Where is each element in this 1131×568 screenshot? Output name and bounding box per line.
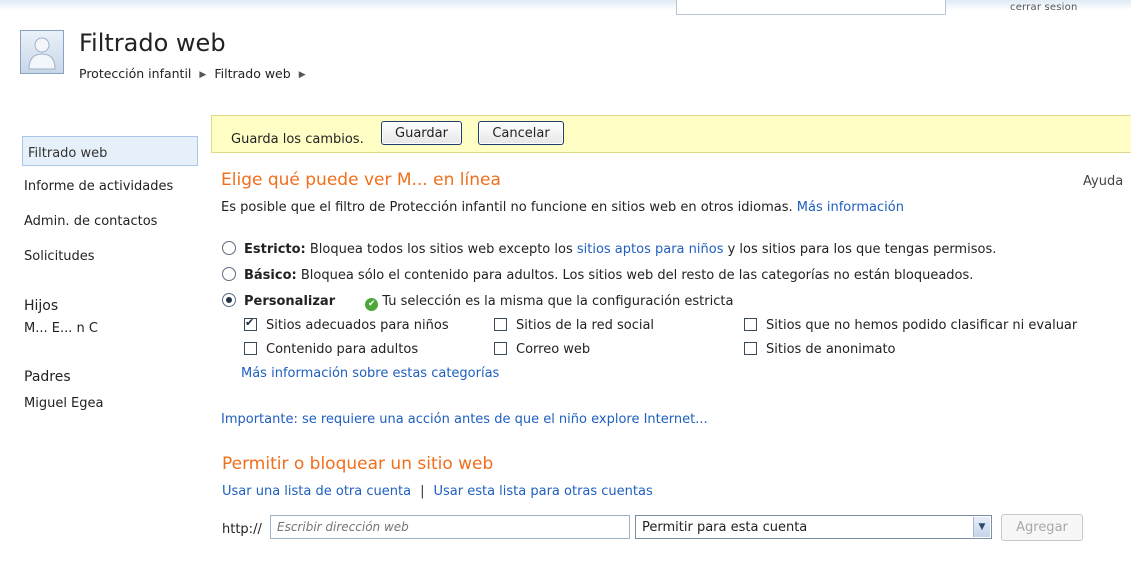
child-name[interactable]: M... E... n C — [24, 321, 192, 336]
radio-custom-label: Personalizar — [244, 294, 336, 309]
url-input[interactable] — [270, 515, 630, 539]
filter-section-title: Elige qué puede ver M... en línea — [221, 170, 501, 190]
category-anonymizer[interactable]: Sitios de anonimato — [744, 342, 896, 357]
top-band — [0, 0, 1131, 10]
category-kids[interactable]: Sitios adecuados para niños — [244, 316, 449, 333]
chevron-down-icon[interactable]: ▼ — [973, 517, 990, 537]
sidebar-item-informe[interactable]: Informe de actividades — [24, 179, 192, 194]
category-label: Contenido para adultos — [266, 342, 419, 357]
save-bar-text: Guarda los cambios. — [231, 132, 364, 147]
page-title: Filtrado web — [79, 29, 226, 57]
add-button[interactable]: Agregar — [1001, 514, 1083, 541]
radio-basic[interactable]: Básico: Bloquea sólo el contenido para a… — [222, 267, 973, 283]
category-unclassified[interactable]: Sitios que no hemos podido clasificar ni… — [744, 318, 1077, 333]
category-webmail[interactable]: Correo web — [494, 342, 590, 357]
radio-basic-label: Básico: — [244, 268, 297, 283]
checkbox-webmail[interactable] — [494, 342, 507, 355]
radio-strict[interactable]: Estricto: Bloquea todos los sitios web e… — [222, 241, 996, 257]
important-link[interactable]: Importante: se requiere una acción antes… — [221, 412, 708, 427]
radio-strict-label: Estricto: — [244, 242, 306, 257]
radio-basic-text: Bloquea sólo el contenido para adultos. … — [300, 268, 974, 283]
checkmark-icon: ✔ — [365, 298, 379, 311]
custom-note: Tu selección es la misma que la configur… — [382, 294, 734, 309]
kid-sites-link[interactable]: sitios aptos para niños — [577, 242, 724, 257]
checkbox-adult[interactable] — [244, 342, 257, 355]
filter-description-text: Es posible que el filtro de Protección i… — [221, 200, 793, 215]
parent-name[interactable]: Miguel Egea — [24, 396, 192, 411]
category-social[interactable]: Sitios de la red social — [494, 318, 654, 333]
parents-heading: Padres — [24, 369, 71, 385]
divider: | — [420, 484, 425, 499]
cancel-button[interactable]: Cancelar — [478, 121, 564, 145]
category-label: Sitios de la red social — [516, 318, 655, 333]
category-label: Correo web — [516, 342, 591, 357]
breadcrumb-arrow-icon: ▶ — [199, 70, 207, 80]
breadcrumb-arrow-icon: ▶ — [298, 70, 306, 80]
breadcrumb-item-filtrado[interactable]: Filtrado web — [214, 66, 290, 81]
radio-strict-text-after: y los sitios para los que tengas permiso… — [727, 242, 997, 257]
breadcrumb-item-proteccion[interactable]: Protección infantil — [79, 66, 191, 81]
permission-select[interactable]: Permitir para esta cuenta ▼ — [635, 515, 992, 539]
child-avatar-icon — [20, 30, 64, 74]
checkbox-anonymizer[interactable] — [744, 342, 757, 355]
radio-custom-button[interactable] — [222, 293, 236, 307]
radio-custom[interactable]: Personalizar ✔ Tu selección es la misma q… — [222, 293, 733, 311]
radio-basic-button[interactable] — [222, 267, 236, 281]
sidebar-item-filtrado-web[interactable]: Filtrado web — [22, 136, 198, 166]
category-label: Sitios adecuados para niños — [266, 318, 449, 333]
share-list-link[interactable]: Usar esta lista para otras cuentas — [433, 484, 652, 499]
signout-link[interactable]: cerrar sesion — [1010, 2, 1078, 13]
radio-strict-button[interactable] — [222, 241, 236, 255]
checkbox-unclassified[interactable] — [744, 318, 757, 331]
category-adult[interactable]: Contenido para adultos — [244, 342, 418, 357]
sidebar-item-contactos[interactable]: Admin. de contactos — [24, 214, 192, 229]
category-label: Sitios de anonimato — [766, 342, 896, 357]
help-link[interactable]: Ayuda — [1083, 174, 1123, 189]
permission-select-value: Permitir para esta cuenta — [642, 520, 808, 535]
checkbox-social[interactable] — [494, 318, 507, 331]
category-label: Sitios que no hemos podido clasificar ni… — [766, 318, 1078, 333]
radio-strict-text: Bloquea todos los sitios web excepto los — [309, 242, 573, 257]
top-search-box[interactable] — [676, 0, 946, 15]
use-other-list-link[interactable]: Usar una lista de otra cuenta — [222, 484, 411, 499]
checkbox-kids[interactable] — [244, 316, 257, 331]
filter-description: Es posible que el filtro de Protección i… — [221, 200, 904, 215]
list-links: Usar una lista de otra cuenta | Usar esta … — [222, 484, 653, 499]
sidebar-item-label: Filtrado web — [28, 146, 108, 161]
save-button[interactable]: Guardar — [381, 121, 462, 145]
more-categories-link[interactable]: Más información sobre estas categorías — [241, 366, 499, 381]
allow-section-title: Permitir o bloquear un sitio web — [222, 454, 494, 474]
breadcrumb: Protección infantil ▶ Filtrado web ▶ — [79, 66, 314, 81]
children-heading: Hijos — [24, 298, 59, 314]
more-info-link[interactable]: Más información — [797, 200, 904, 215]
http-label: http:// — [222, 522, 262, 537]
sidebar-item-solicitudes[interactable]: Solicitudes — [24, 249, 192, 264]
